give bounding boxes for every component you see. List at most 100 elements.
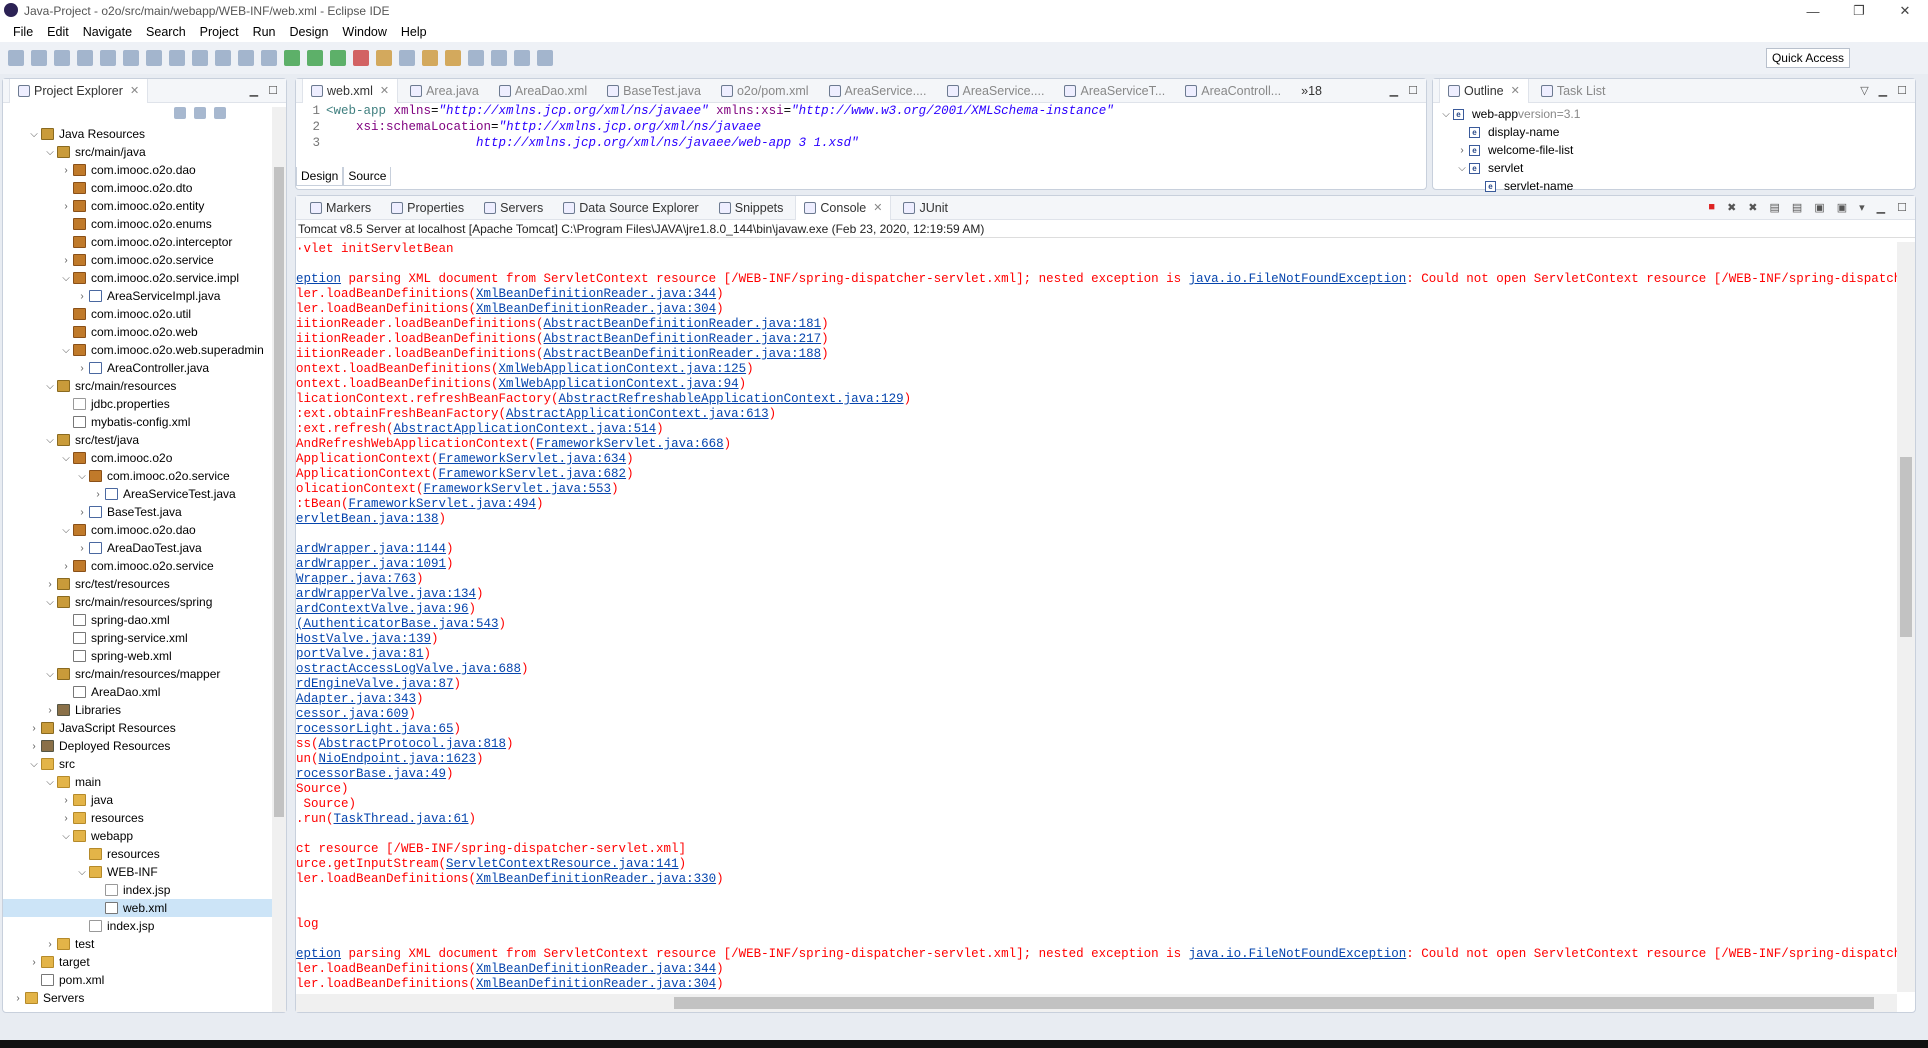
minimize-icon[interactable]: ▁	[250, 84, 258, 97]
tree-item[interactable]: index.jsp	[3, 917, 272, 935]
editor-tabs-overflow[interactable]: »18	[1293, 79, 1330, 103]
stacktrace-link[interactable]: FrameworkServlet.java:634	[439, 452, 627, 466]
source-tab[interactable]: Source	[343, 167, 392, 186]
tree-item[interactable]: › Servers	[3, 989, 272, 1007]
tree-item[interactable]: ⌵ com.imooc.o2o.web.superadmin	[3, 341, 272, 359]
tree-item[interactable]: pom.xml	[3, 971, 272, 989]
terminal-icon[interactable]	[100, 50, 116, 66]
collapsed-chevron-icon[interactable]: ›	[59, 813, 73, 824]
minimize-icon[interactable]: ▁	[1877, 201, 1885, 214]
tree-item[interactable]: spring-dao.xml	[3, 611, 272, 629]
tree-item[interactable]: › com.imooc.o2o.entity	[3, 197, 272, 215]
minimize-icon[interactable]: ▁	[1879, 84, 1887, 97]
terminate-icon[interactable]	[192, 50, 208, 66]
xml-source-editor[interactable]: 1 <web-app xmlns = "http://xmlns.jcp.org/xm…	[296, 104, 1426, 164]
new-java-project-icon[interactable]	[399, 50, 415, 66]
expanded-chevron-icon[interactable]: ⌵	[43, 669, 57, 680]
open-console-icon[interactable]: ▾	[1859, 201, 1865, 214]
remove-all-icon[interactable]: ✖	[1748, 201, 1757, 214]
design-tab[interactable]: Design	[296, 167, 344, 186]
forward-icon[interactable]	[537, 50, 553, 66]
stacktrace-link[interactable]: ardWrapper.java:1091	[296, 557, 446, 571]
expanded-chevron-icon[interactable]: ⌵	[59, 831, 73, 842]
expanded-chevron-icon[interactable]: ⌵	[59, 273, 73, 284]
collapsed-chevron-icon[interactable]: ›	[75, 507, 89, 518]
minimize-icon[interactable]: ▁	[1390, 84, 1398, 97]
tab-console[interactable]: Console ✕	[795, 195, 892, 220]
collapsed-chevron-icon[interactable]: ›	[75, 543, 89, 554]
menu-project[interactable]: Project	[193, 25, 246, 39]
editor-tab[interactable]: o2o/pom.xml	[713, 79, 817, 103]
editor-tab[interactable]: AreaServiceT...	[1056, 79, 1173, 103]
stacktrace-link[interactable]: XmlBeanDefinitionReader.java:344	[476, 287, 716, 301]
tree-item[interactable]: com.imooc.o2o.dto	[3, 179, 272, 197]
tree-item[interactable]: ⌵ com.imooc.o2o.service	[3, 467, 272, 485]
expanded-chevron-icon[interactable]: ⌵	[75, 471, 89, 482]
menu-file[interactable]: File	[6, 25, 40, 39]
clear-console-icon[interactable]: ▤	[1770, 201, 1780, 214]
tab-data-source-explorer[interactable]: Data Source Explorer	[555, 196, 707, 220]
stacktrace-link[interactable]: AbstractBeanDefinitionReader.java:217	[544, 332, 822, 346]
stacktrace-link[interactable]: ardWrapper.java:1144	[296, 542, 446, 556]
expanded-chevron-icon[interactable]: ⌵	[43, 777, 57, 788]
stacktrace-link[interactable]: ervletBean.java:138	[296, 512, 439, 526]
expanded-chevron-icon[interactable]: ⌵	[27, 759, 41, 770]
tree-item[interactable]: mybatis-config.xml	[3, 413, 272, 431]
tree-item[interactable]: resources	[3, 845, 272, 863]
close-tab-icon[interactable]: ✕	[380, 84, 389, 97]
tree-item[interactable]: ⌵ src/main/resources	[3, 377, 272, 395]
stacktrace-link[interactable]: ardContextValve.java:96	[296, 602, 469, 616]
stacktrace-link[interactable]: rocessorLight.java:65	[296, 722, 454, 736]
stacktrace-link[interactable]: cessor.java:609	[296, 707, 409, 721]
console-vertical-scrollbar[interactable]	[1897, 242, 1915, 992]
tab-junit[interactable]: JUnit	[895, 196, 955, 220]
outline-item[interactable]: ⌵ e web-app version=3.1	[1439, 105, 1915, 123]
tree-item[interactable]: › AreaDaoTest.java	[3, 539, 272, 557]
tree-item[interactable]: jdbc.properties	[3, 395, 272, 413]
tab-servers[interactable]: Servers	[476, 196, 551, 220]
tab-project-explorer[interactable]: Project Explorer ✕	[9, 78, 149, 103]
collapsed-chevron-icon[interactable]: ›	[27, 723, 41, 734]
tree-item[interactable]: ⌵ main	[3, 773, 272, 791]
print-icon[interactable]	[77, 50, 93, 66]
expanded-chevron-icon[interactable]: ⌵	[43, 147, 57, 158]
display-console-icon[interactable]: ▣	[1837, 201, 1847, 214]
console-horizontal-scrollbar[interactable]	[296, 994, 1897, 1012]
collapsed-chevron-icon[interactable]: ›	[59, 201, 73, 212]
tree-item[interactable]: › BaseTest.java	[3, 503, 272, 521]
new-icon[interactable]	[8, 50, 24, 66]
expanded-chevron-icon[interactable]: ⌵	[1455, 163, 1469, 174]
tree-item[interactable]: › AreaServiceImpl.java	[3, 287, 272, 305]
collapsed-chevron-icon[interactable]: ›	[91, 489, 105, 500]
tab-properties[interactable]: Properties	[383, 196, 472, 220]
collapsed-chevron-icon[interactable]: ›	[75, 363, 89, 374]
close-tab-icon[interactable]: ✕	[1511, 84, 1520, 97]
view-menu-icon[interactable]: ▽	[1860, 84, 1868, 97]
terminate-icon[interactable]: ■	[1708, 201, 1715, 214]
stacktrace-link[interactable]: Adapter.java:343	[296, 692, 416, 706]
suspend-icon[interactable]	[169, 50, 185, 66]
scroll-lock-icon[interactable]: ▤	[1792, 201, 1802, 214]
tree-item[interactable]: ⌵ src/test/java	[3, 431, 272, 449]
skip-breakpoints-icon[interactable]	[123, 50, 139, 66]
tree-item[interactable]: ⌵ src/main/resources/mapper	[3, 665, 272, 683]
tree-item[interactable]: web.xml	[3, 899, 272, 917]
expanded-chevron-icon[interactable]: ⌵	[43, 435, 57, 446]
expanded-chevron-icon[interactable]: ⌵	[59, 345, 73, 356]
stacktrace-link[interactable]: XmlWebApplicationContext.java:94	[499, 377, 739, 391]
menu-design[interactable]: Design	[283, 25, 336, 39]
stacktrace-link[interactable]: Wrapper.java:763	[296, 572, 416, 586]
stacktrace-link[interactable]: XmlBeanDefinitionReader.java:304	[476, 977, 716, 991]
outline-item[interactable]: e display-name	[1439, 123, 1915, 141]
tree-item[interactable]: › src/test/resources	[3, 575, 272, 593]
expanded-chevron-icon[interactable]: ⌵	[75, 867, 89, 878]
stacktrace-link[interactable]: FrameworkServlet.java:668	[536, 437, 724, 451]
stacktrace-link[interactable]: FrameworkServlet.java:553	[424, 482, 612, 496]
tab-outline[interactable]: Outline ✕	[1439, 78, 1529, 103]
expanded-chevron-icon[interactable]: ⌵	[59, 525, 73, 536]
expanded-chevron-icon[interactable]: ⌵	[1439, 109, 1453, 120]
tree-item[interactable]: spring-service.xml	[3, 629, 272, 647]
stacktrace-link[interactable]: AbstractRefreshableApplicationContext.ja…	[559, 392, 904, 406]
debug-icon[interactable]	[284, 50, 300, 66]
stacktrace-link[interactable]: rdEngineValve.java:87	[296, 677, 454, 691]
